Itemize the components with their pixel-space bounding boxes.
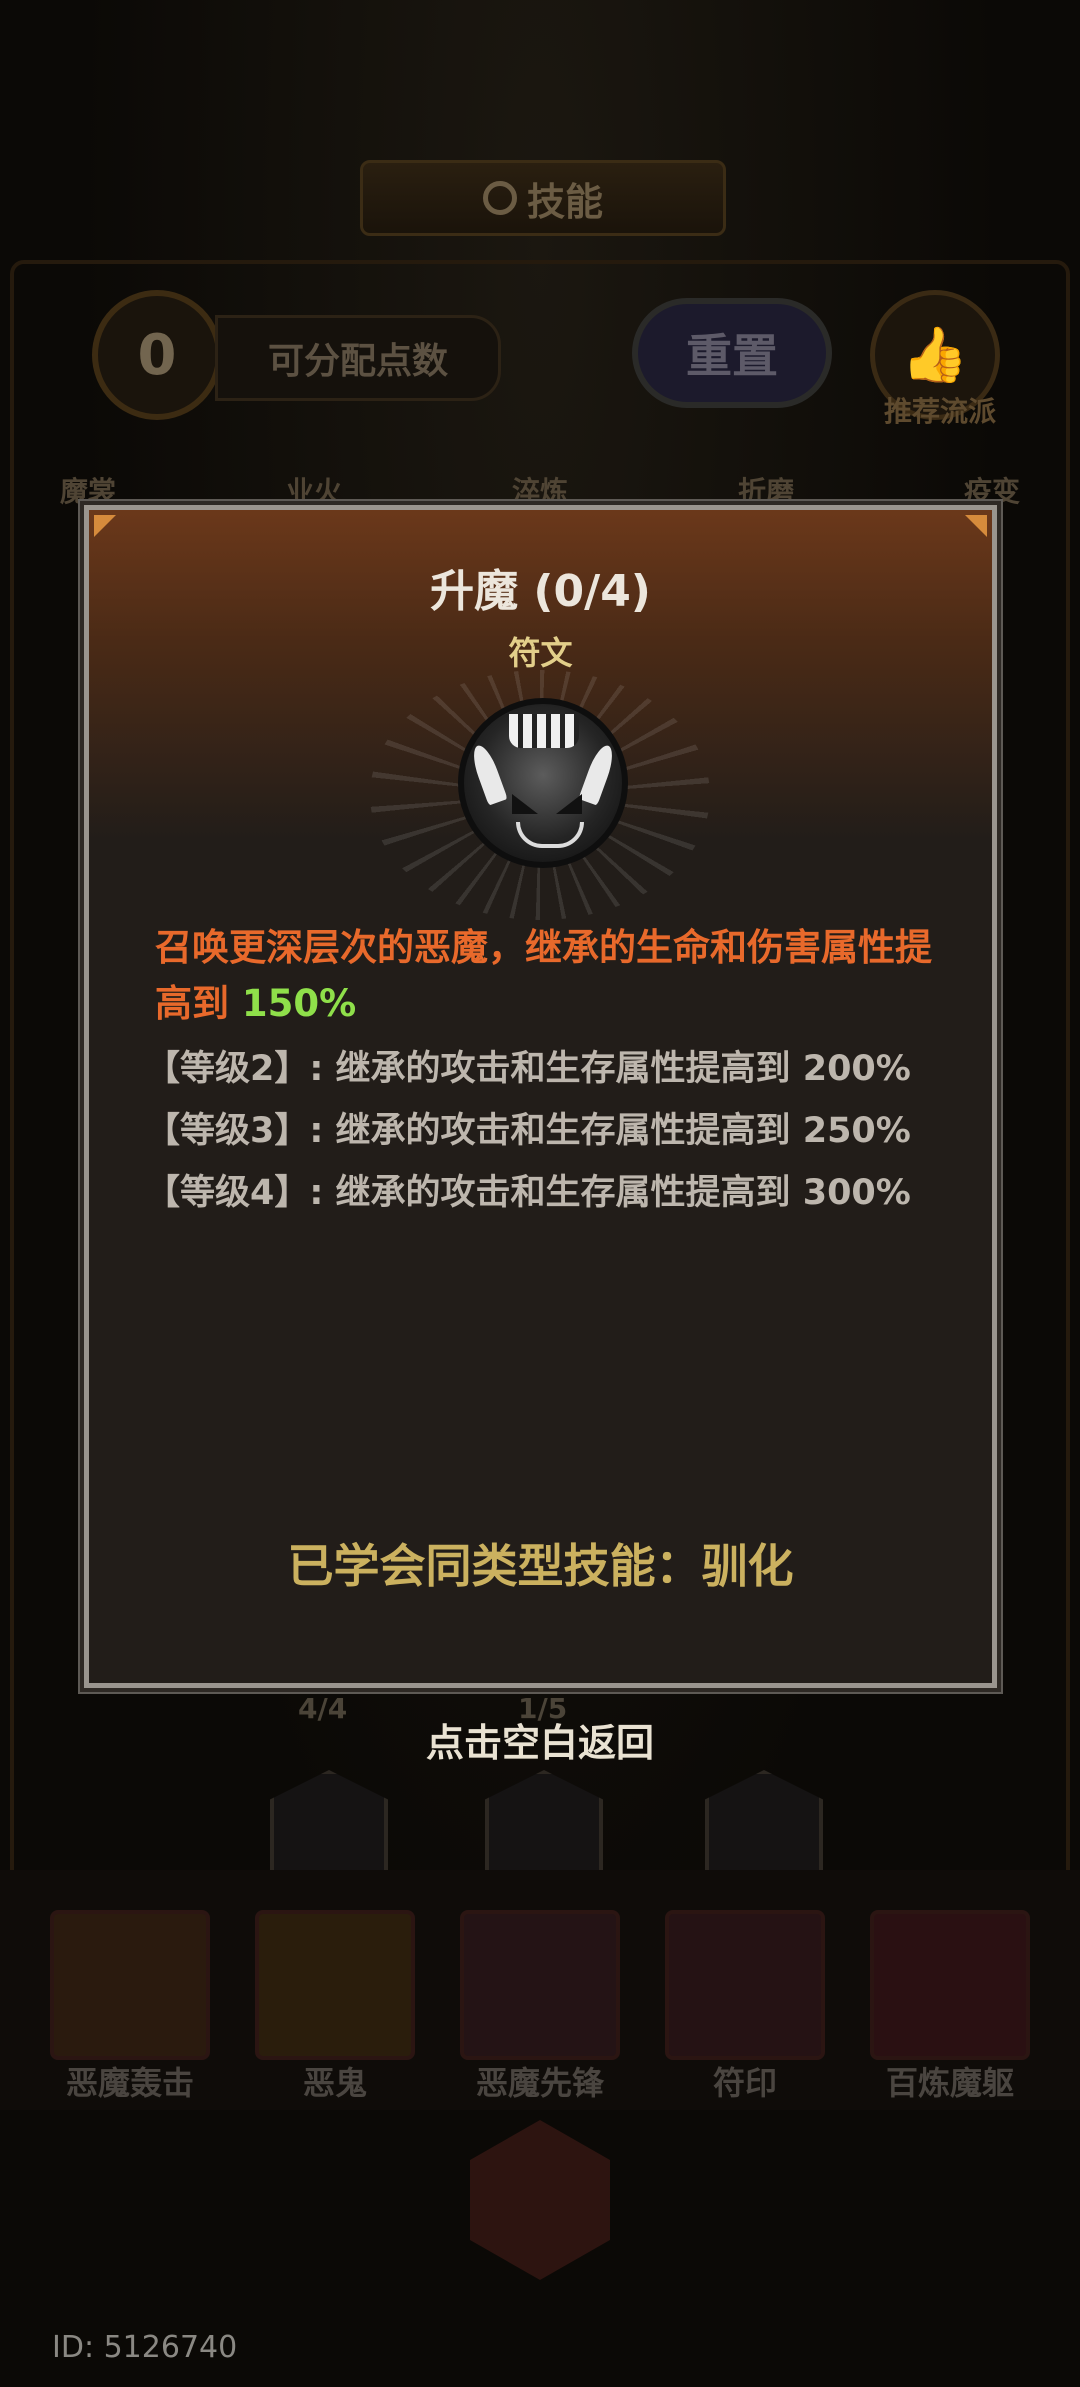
tap-blank-return-hint[interactable]: 点击空白返回 [0,1712,1080,1767]
skill-slot[interactable] [255,1910,415,2060]
skill-name: 符印 [712,2064,777,2102]
skill-type: 符文 [508,634,573,672]
learned-skill-note: 已学会同类型技能：驯化 [287,1539,794,1593]
skill-slot[interactable] [50,1910,210,2060]
page-title-text: 技能 [526,179,603,224]
skill-icon-area [370,670,710,920]
demon-face-icon [458,698,628,868]
tab-label[interactable]: 业火 [286,470,342,510]
level-line: 【等级4】: 继承的攻击和生存属性提高到 300% [145,1173,911,1213]
skill-points-counter: 0 [92,290,222,420]
tab-label[interactable]: 折磨 [738,470,794,510]
page-title: 技能 [360,160,726,236]
description-value: 150% [241,982,357,1025]
skill-points-label: 可分配点数 [215,315,501,401]
tab-label[interactable]: 淬炼 [512,470,568,510]
skill-name: 百炼魔躯 [885,2064,1014,2102]
recommend-label: 推荐流派 [883,395,996,428]
tab-label[interactable]: 魔裳 [60,470,116,510]
tab-label[interactable]: 疫变 [964,470,1020,510]
thumbs-up-icon: 👍 [901,323,969,386]
level-line: 【等级2】: 继承的攻击和生存属性提高到 200% [145,1049,911,1089]
skill-tree-tabs: 魔裳 业火 淬炼 折磨 疫变 [60,470,1020,510]
skill-slot[interactable] [665,1910,825,2060]
skill-slot[interactable] [460,1910,620,2060]
reset-button[interactable]: 重置 [632,298,832,408]
skill-title: 升魔 (0/4) [430,566,651,617]
skill-name: 恶鬼 [302,2064,367,2102]
skill-slot[interactable] [870,1910,1030,2060]
level-list: 【等级2】: 继承的攻击和生存属性提高到 200% 【等级3】: 继承的攻击和生… [145,1038,965,1224]
level-line: 【等级3】: 继承的攻击和生存属性提高到 250% [145,1111,911,1151]
skill-description: 召唤更深层次的恶魔，继承的生命和伤害属性提高到 150% [155,920,935,1032]
skill-name: 恶魔轰击 [65,2064,194,2102]
skill-name: 恶魔先锋 [475,2064,604,2102]
gear-icon [482,181,517,215]
user-id: ID: 5126740 [52,2330,238,2365]
